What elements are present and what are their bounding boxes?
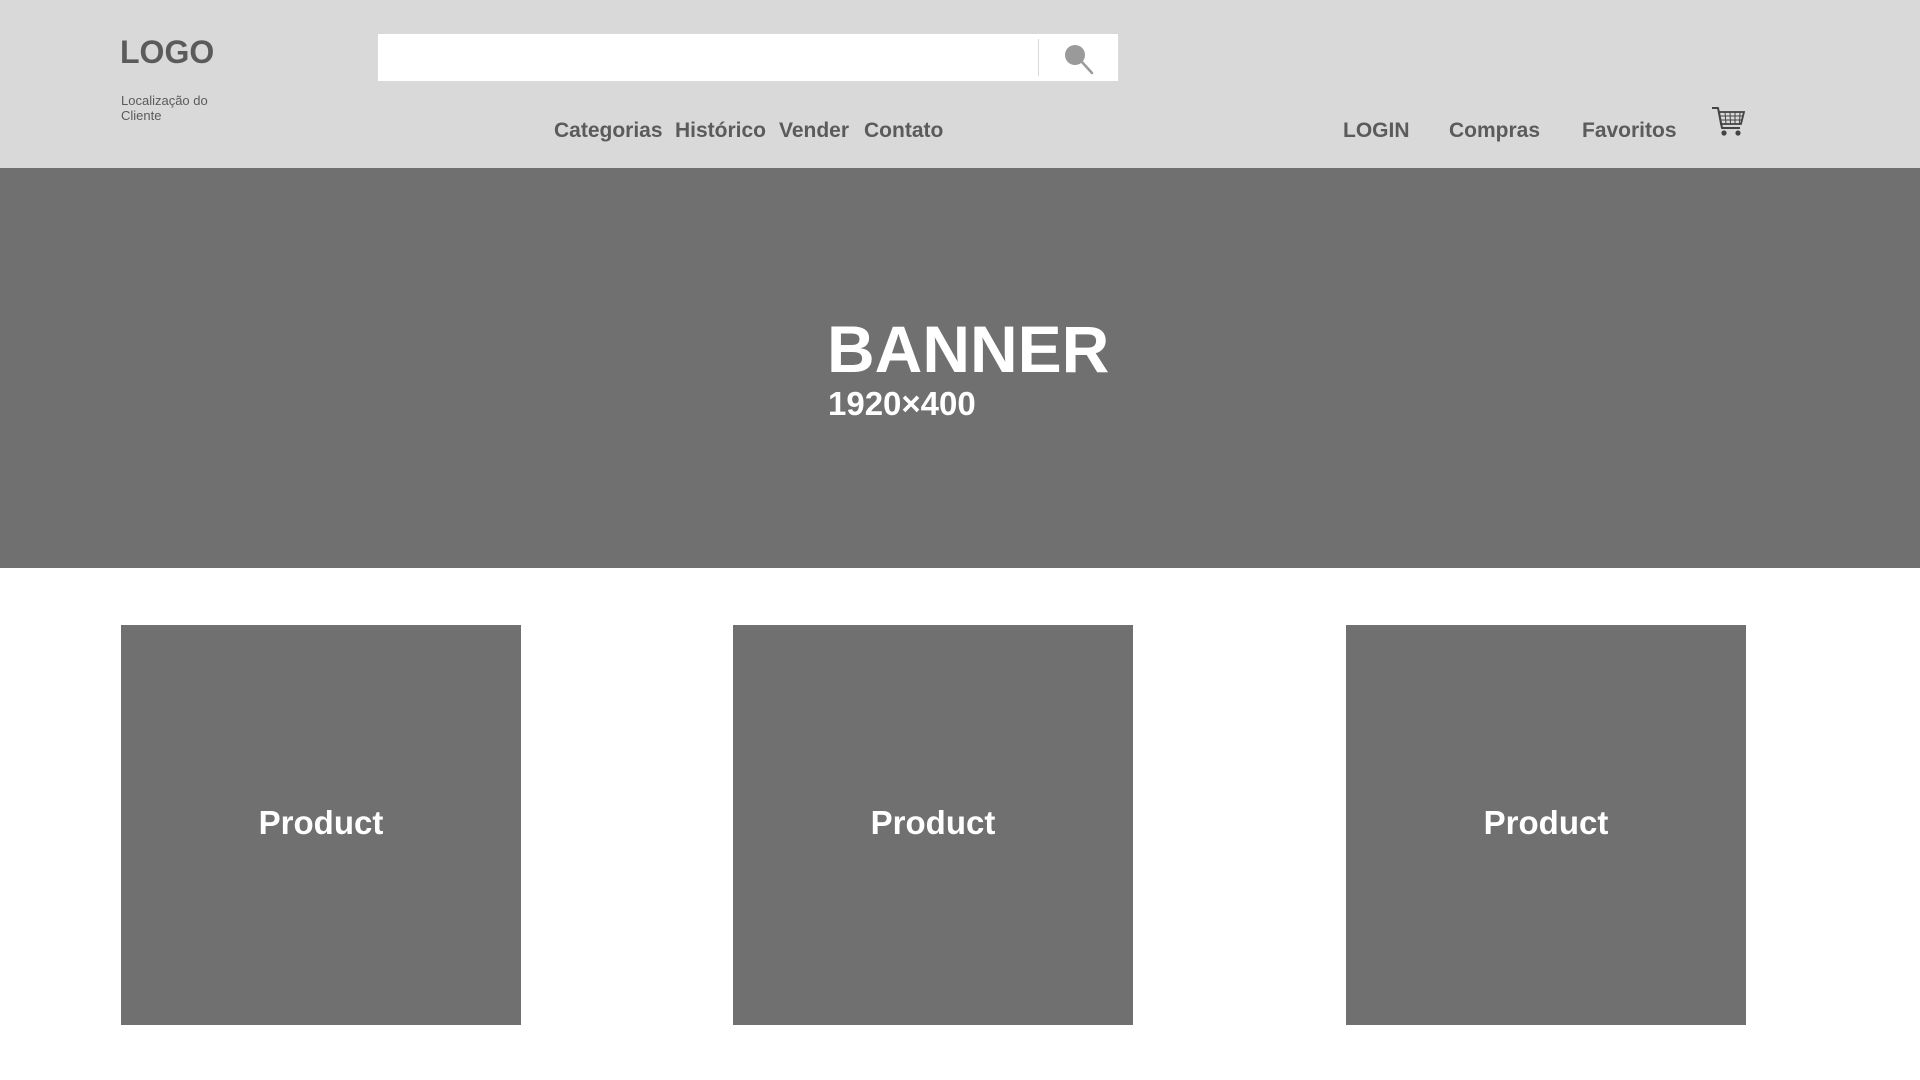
favoritos-link[interactable]: Favoritos (1582, 119, 1677, 143)
product-card[interactable]: Product (733, 625, 1133, 1025)
search-button[interactable] (1039, 34, 1118, 81)
search-input[interactable] (378, 34, 1038, 81)
compras-link[interactable]: Compras (1449, 119, 1540, 143)
product-label: Product (258, 804, 384, 841)
product-card[interactable]: Product (1346, 625, 1746, 1025)
product-label: Product (870, 804, 996, 841)
search-bar (378, 34, 1118, 81)
nav-categorias[interactable]: Categorias (554, 119, 663, 143)
product-card[interactable]: Product (121, 625, 521, 1025)
nav-contato[interactable]: Contato (864, 119, 943, 143)
site-header: LOGO Localização do Cliente Categorias H… (0, 0, 1920, 168)
shopping-cart-icon (1712, 107, 1746, 136)
product-label: Product (1483, 804, 1609, 841)
hero-banner[interactable]: BANNER 1920×400 (0, 168, 1920, 568)
nav-vender[interactable]: Vender (779, 119, 849, 143)
nav-historico[interactable]: Histórico (675, 119, 766, 143)
search-icon (1065, 45, 1094, 75)
banner-title: BANNER (827, 312, 1110, 386)
cart-button[interactable] (1710, 104, 1746, 140)
banner-size: 1920×400 (828, 385, 976, 422)
client-location: Localização do Cliente (121, 93, 208, 123)
login-link[interactable]: LOGIN (1343, 119, 1410, 143)
logo[interactable]: LOGO (120, 34, 214, 71)
